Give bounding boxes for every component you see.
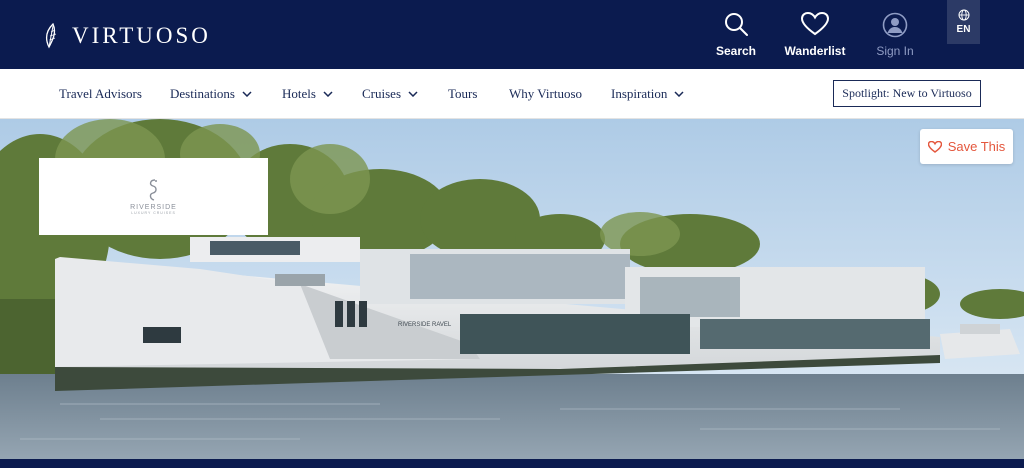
main-nav: Travel Advisors Destinations Hotels Crui… [0,69,1024,119]
search-button[interactable]: Search [716,12,756,58]
nav-travel-advisors[interactable]: Travel Advisors [59,69,142,119]
nav-label: Why Virtuoso [509,86,583,101]
nav-label: Destinations [170,86,235,101]
spotlight-label: Spotlight: New to Virtuoso [842,86,972,100]
globe-icon [958,9,969,21]
nav-hotels[interactable]: Hotels [282,69,333,119]
nav-inspiration[interactable]: Inspiration [611,69,684,119]
nav-label: Cruises [362,86,401,101]
logo-text: VIRTUOSO [72,23,211,48]
language-selector[interactable]: EN [947,0,980,44]
user-icon [882,12,908,38]
nav-destinations[interactable]: Destinations [170,69,252,119]
virtuoso-logo[interactable]: VIRTUOSO [42,22,211,50]
chevron-down-icon [323,91,333,97]
wanderlist-label: Wanderlist [784,44,846,58]
search-label: Search [715,44,757,58]
brand-name: RIVERSIDE [130,204,177,211]
chevron-down-icon [408,91,418,97]
heart-icon [801,12,829,36]
nav-why-virtuoso[interactable]: Why Virtuoso [509,69,582,119]
sign-in-label: Sign In [876,44,914,58]
leaf-logo-icon [46,23,57,49]
ship-name-plate: RIVERSIDE RAVEL [398,322,452,328]
cruise-line-logo-card: RIVERSIDE LUXURY CRUISES [39,158,268,235]
chevron-down-icon [674,91,684,97]
top-header: VIRTUOSO Search Wanderlist Sign In EN [0,0,1024,69]
wanderlist-button[interactable]: Wanderlist [785,12,845,58]
brand-subtitle: LUXURY CRUISES [131,211,176,215]
nav-cruises[interactable]: Cruises [362,69,418,119]
nav-tours[interactable]: Tours [448,69,477,119]
hero-bottom-strip [0,459,1024,468]
save-this-button[interactable]: Save This [920,129,1013,164]
search-icon [725,13,748,36]
nav-label: Hotels [282,86,316,101]
nav-label: Inspiration [611,86,668,101]
heart-icon [927,140,942,153]
chevron-down-icon [242,91,252,97]
nav-label: Tours [448,86,478,101]
seahorse-icon [149,179,157,201]
language-label: EN [956,24,971,35]
save-this-label: Save This [947,139,1006,154]
nav-label: Travel Advisors [59,86,142,101]
sign-in-button[interactable]: Sign In [873,12,917,58]
spotlight-button[interactable]: Spotlight: New to Virtuoso [833,80,981,107]
